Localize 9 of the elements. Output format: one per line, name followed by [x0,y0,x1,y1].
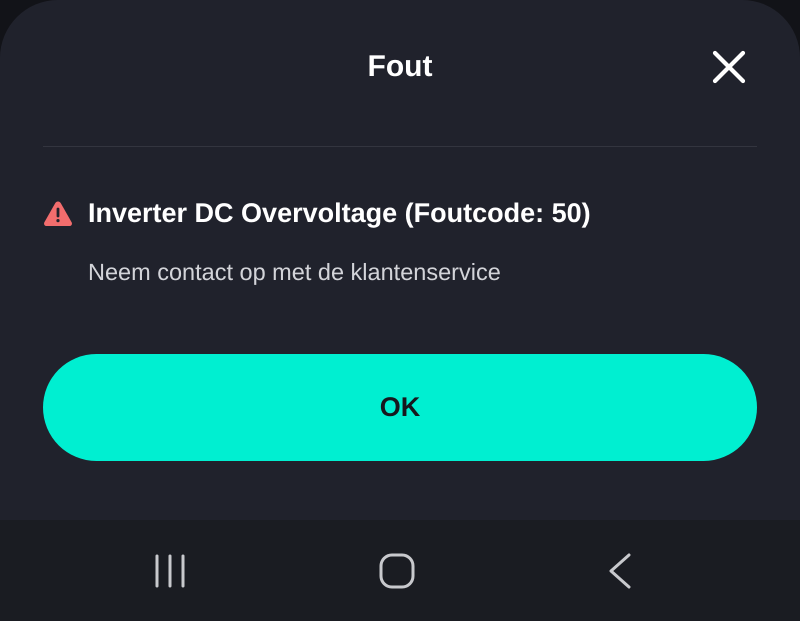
ok-button[interactable]: OK [43,354,757,461]
back-icon[interactable] [608,552,632,588]
error-title: Inverter DC Overvoltage (Foutcode: 50) [88,197,591,229]
warning-icon [43,200,73,226]
dialog-title: Fout [368,50,432,84]
close-icon [712,50,746,84]
home-icon[interactable] [379,552,415,588]
recent-apps-icon[interactable] [154,554,186,588]
message-text: Neem contact op met de klantenservice [88,258,502,287]
